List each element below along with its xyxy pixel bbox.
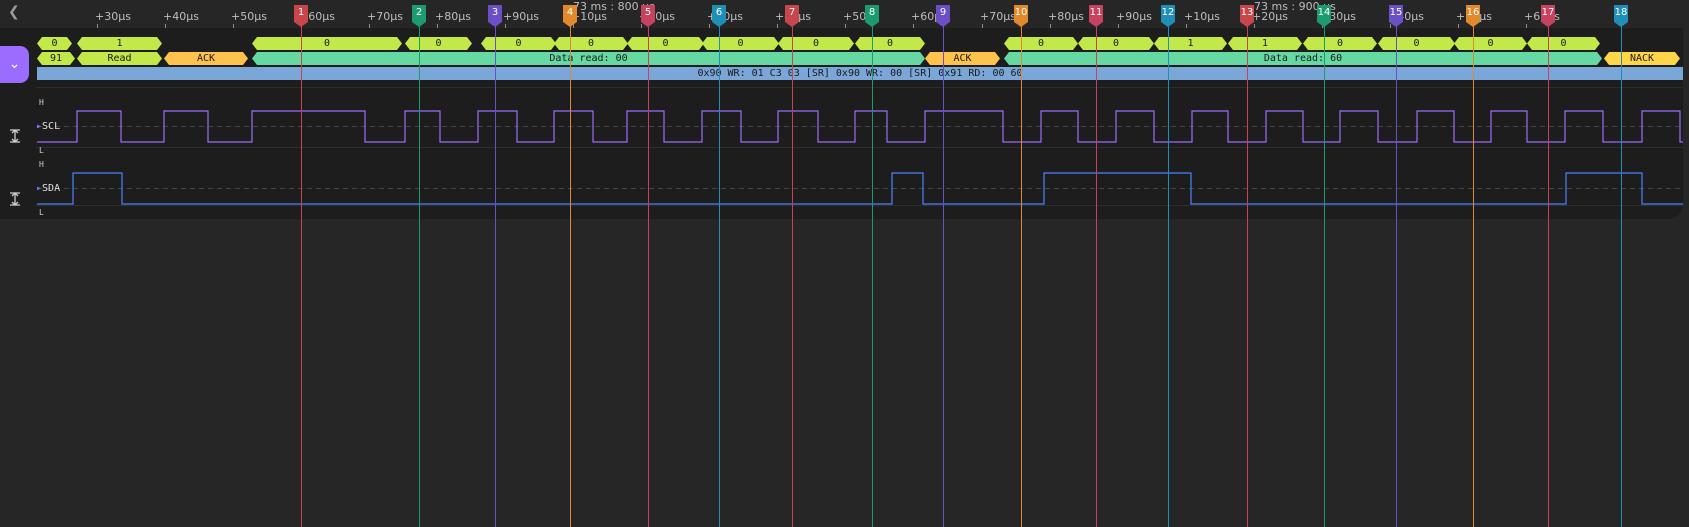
timing-marker-line[interactable]	[1324, 22, 1325, 527]
decoder-bit-segment[interactable]: 1	[77, 37, 162, 50]
timing-marker-line[interactable]	[1548, 22, 1549, 527]
timing-marker-flag[interactable]: 2	[412, 5, 426, 27]
decoder-bit-segment[interactable]: 1	[1228, 37, 1302, 50]
timeline-tick-label: +90µs	[1116, 10, 1152, 23]
timing-marker-flag[interactable]: 12	[1161, 5, 1175, 27]
scl-high-label: H	[39, 98, 44, 107]
timing-marker-line[interactable]	[419, 22, 420, 527]
timing-marker-flag[interactable]: 3	[488, 5, 502, 27]
timing-marker-flag[interactable]: 4	[563, 5, 577, 27]
decoder-frame-segment[interactable]: 91	[37, 52, 75, 65]
decoder-bit-segment[interactable]: 1	[1154, 37, 1227, 50]
decoder-bit-segment[interactable]: 0	[554, 37, 628, 50]
timing-marker-flag[interactable]: 1	[294, 5, 308, 27]
timeline-tick-label: +80µs	[435, 10, 471, 23]
timeline-tick-label: +80µs	[1048, 10, 1084, 23]
decoder-bit-segment[interactable]: 0	[1004, 37, 1078, 50]
timeline-tick-label: +70µs	[367, 10, 403, 23]
timeline-tick-label: +30µs	[95, 10, 131, 23]
decoder-bit-segment[interactable]: 0	[702, 37, 779, 50]
timing-marker-line[interactable]	[1021, 22, 1022, 527]
timing-marker-line[interactable]	[570, 22, 571, 527]
resize-vertical-icon[interactable]	[9, 128, 21, 143]
timing-marker-flag[interactable]: 16	[1466, 5, 1480, 27]
decoder-bit-segment[interactable]: 0	[37, 37, 72, 50]
chevron-left-icon[interactable]: ❮	[8, 4, 20, 20]
sda-low-label: L	[39, 208, 44, 217]
timeline-tick-label: +50µs	[231, 10, 267, 23]
chevron-down-icon: ⌄	[8, 56, 21, 72]
timing-marker-line[interactable]	[1473, 22, 1474, 527]
timing-marker-flag[interactable]: 6	[712, 5, 726, 27]
sda-channel-label[interactable]: ▸SDA	[36, 183, 60, 194]
decoder-frame-segment[interactable]: Data read: 60	[1004, 52, 1602, 65]
decoder-frame-segment[interactable]: NACK	[1604, 52, 1680, 65]
decoder-bit-segment[interactable]: 0	[778, 37, 854, 50]
timing-marker-line[interactable]	[1396, 22, 1397, 527]
timing-marker-line[interactable]	[719, 22, 720, 527]
decoder-bit-segment[interactable]: 0	[1454, 37, 1527, 50]
scl-channel-label[interactable]: ▸SCL	[36, 121, 60, 132]
decoder-transaction-segment[interactable]: 0x90 WR: 01 C3 03 [SR] 0x90 WR: 00 [SR] …	[37, 67, 1683, 80]
sda-high-label: H	[39, 160, 44, 169]
decoder-frame-segment[interactable]: ACK	[925, 52, 1000, 65]
decoder-bit-segment[interactable]: 0	[252, 37, 402, 50]
timeline-tick-label: +10µs	[1184, 10, 1220, 23]
decoder-bit-segment[interactable]: 0	[405, 37, 472, 50]
timing-marker-line[interactable]	[1096, 22, 1097, 527]
timing-marker-line[interactable]	[301, 22, 302, 527]
timing-marker-flag[interactable]: 15	[1389, 5, 1403, 27]
decoder-bit-segment[interactable]: 0	[855, 37, 925, 50]
timing-marker-line[interactable]	[1621, 22, 1622, 527]
timing-marker-flag[interactable]: 18	[1614, 5, 1628, 27]
decoder-bit-segment[interactable]: 0	[1303, 37, 1377, 50]
decoder-bit-segment[interactable]: 0	[1527, 37, 1600, 50]
timing-marker-line[interactable]	[792, 22, 793, 527]
timing-marker-line[interactable]	[1247, 22, 1248, 527]
timing-marker-flag[interactable]: 17	[1541, 5, 1555, 27]
timing-marker-line[interactable]	[495, 22, 496, 527]
decoder-frame-segment[interactable]: ACK	[164, 52, 248, 65]
decoder-bit-segment[interactable]: 0	[627, 37, 704, 50]
timing-marker-line[interactable]	[872, 22, 873, 527]
timing-marker-flag[interactable]: 14	[1317, 5, 1331, 27]
scl-low-label: L	[39, 146, 44, 155]
resize-vertical-icon[interactable]	[9, 191, 21, 206]
decoder-frame-segment[interactable]: Read	[77, 52, 162, 65]
decoder-frame-segment[interactable]: Data read: 00	[252, 52, 925, 65]
timing-marker-flag[interactable]: 13	[1240, 5, 1254, 27]
decoder-bit-segment[interactable]: 0	[481, 37, 556, 50]
timing-marker-flag[interactable]: 7	[785, 5, 799, 27]
timeline-tick-label: +40µs	[163, 10, 199, 23]
timing-marker-flag[interactable]: 5	[641, 5, 655, 27]
timing-marker-flag[interactable]: 9	[936, 5, 950, 27]
timing-marker-flag[interactable]: 8	[865, 5, 879, 27]
timing-marker-flag[interactable]: 11	[1089, 5, 1103, 27]
collapse-button[interactable]: ⌄	[0, 46, 29, 83]
timing-marker-line[interactable]	[1168, 22, 1169, 527]
timing-marker-line[interactable]	[648, 22, 649, 527]
timing-marker-line[interactable]	[943, 22, 944, 527]
timing-marker-flag[interactable]: 10	[1014, 5, 1028, 27]
timeline-tick-label: +70µs	[980, 10, 1016, 23]
decoder-bit-segment[interactable]: 0	[1378, 37, 1455, 50]
timeline-tick-label: +90µs	[503, 10, 539, 23]
decoder-bit-segment[interactable]: 0	[1078, 37, 1154, 50]
